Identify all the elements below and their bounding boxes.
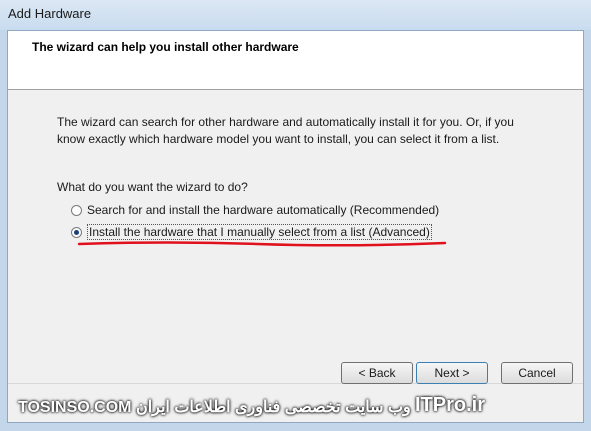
watermark-brand: ITPro.ir bbox=[415, 394, 486, 416]
page-title: The wizard can help you install other ha… bbox=[32, 40, 299, 54]
window-title: Add Hardware bbox=[8, 6, 92, 21]
title-bar[interactable]: Add Hardware bbox=[0, 0, 591, 30]
wizard-window: The wizard can help you install other ha… bbox=[7, 30, 584, 423]
next-button[interactable]: Next > bbox=[416, 362, 488, 384]
back-button[interactable]: < Back bbox=[341, 362, 413, 384]
option-auto-search-label[interactable]: Search for and install the hardware auto… bbox=[87, 203, 439, 217]
wizard-header: The wizard can help you install other ha… bbox=[8, 31, 583, 90]
watermark-site: TOSINSO.COM bbox=[18, 399, 132, 416]
radio-auto-search[interactable] bbox=[71, 204, 82, 216]
option-auto-search[interactable]: Search for and install the hardware auto… bbox=[71, 202, 439, 218]
radio-manual-select[interactable] bbox=[71, 226, 82, 238]
watermark-description: وب سایت تخصصی فناوری اطلاعات ایران bbox=[135, 399, 411, 416]
wizard-question: What do you want the wizard to do? bbox=[57, 180, 248, 194]
wizard-description: The wizard can search for other hardware… bbox=[57, 115, 514, 146]
watermark-text: TOSINSO.COM وب سایت تخصصی فناوری اطلاعات… bbox=[18, 397, 411, 417]
red-underline-annotation bbox=[77, 241, 447, 247]
cancel-button[interactable]: Cancel bbox=[501, 362, 573, 384]
